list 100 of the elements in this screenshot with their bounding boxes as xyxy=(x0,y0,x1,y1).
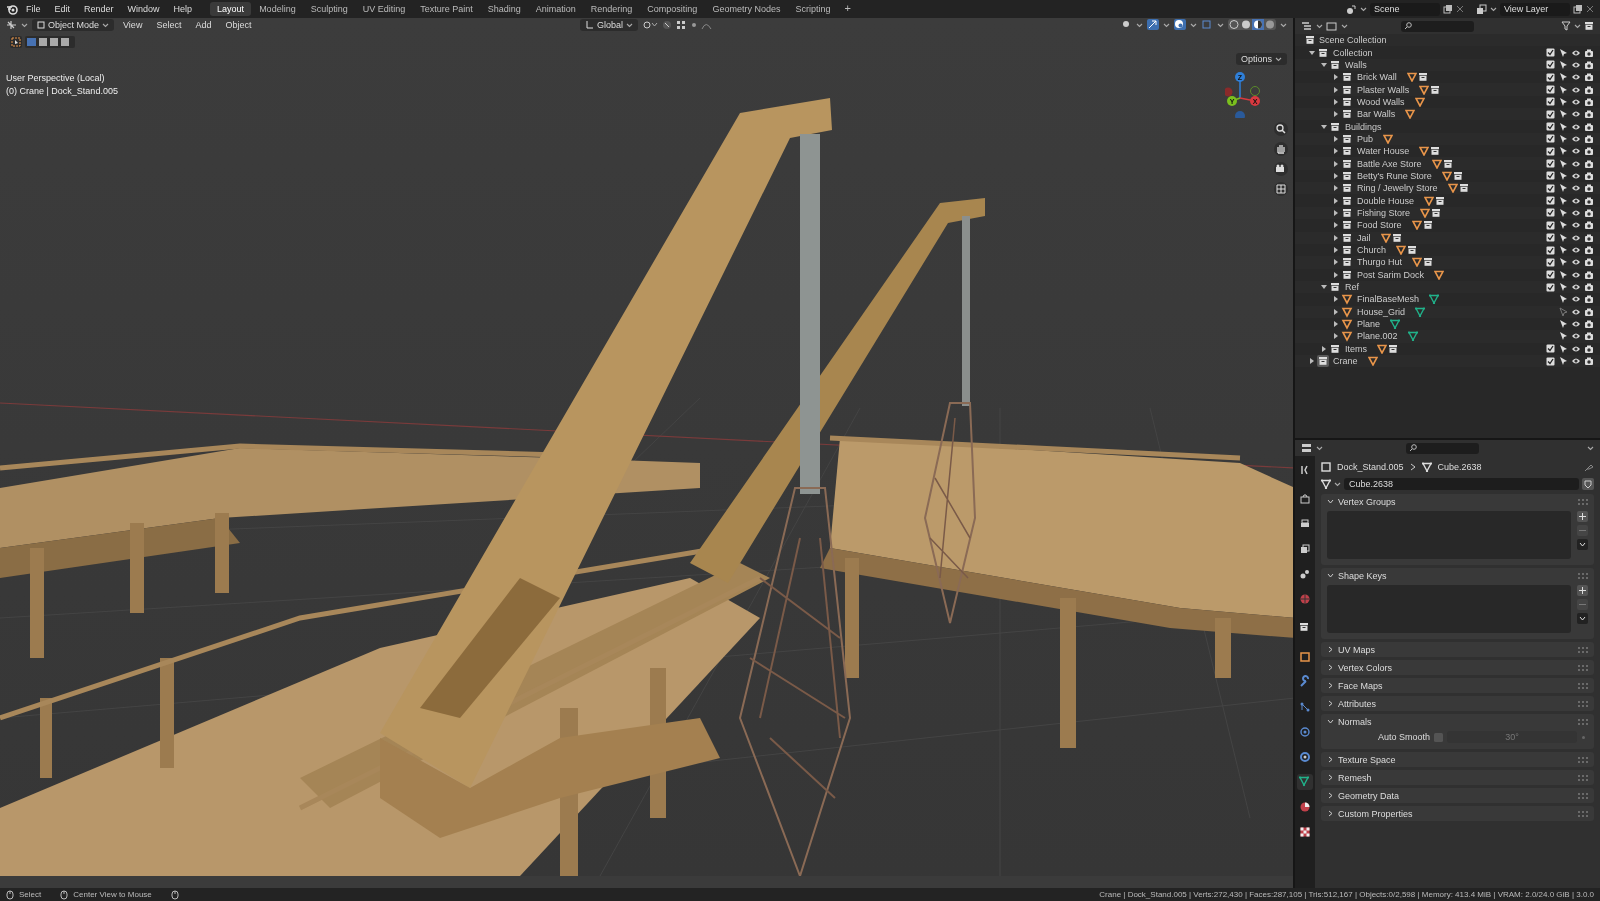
select-arrow-icon[interactable] xyxy=(1558,133,1568,144)
disclosure-triangle-icon[interactable] xyxy=(1320,344,1328,353)
camera-icon[interactable] xyxy=(1584,195,1594,206)
tree-item[interactable]: Ref xyxy=(1345,282,1359,293)
mesh-icon[interactable] xyxy=(1377,343,1387,354)
drag-handle-icon[interactable] xyxy=(1578,664,1588,671)
mesh-data-icon[interactable] xyxy=(1297,774,1313,790)
mesh-data-icon[interactable] xyxy=(1390,319,1401,330)
tree-item[interactable]: Betty's Rune Store xyxy=(1357,170,1432,181)
camera-icon[interactable] xyxy=(1584,331,1594,342)
tree-item[interactable]: Buildings xyxy=(1345,121,1382,132)
eye-icon[interactable] xyxy=(1571,208,1581,218)
camera-icon[interactable] xyxy=(1584,72,1594,83)
camera-icon[interactable] xyxy=(1584,183,1594,194)
camera-icon[interactable] xyxy=(1584,47,1594,58)
disclosure-triangle-icon[interactable] xyxy=(1332,97,1340,106)
drag-handle-icon[interactable] xyxy=(1578,572,1588,579)
camera-icon[interactable] xyxy=(1584,170,1594,181)
camera-icon[interactable] xyxy=(1584,343,1594,354)
drag-handle-icon[interactable] xyxy=(1578,498,1588,505)
select-tool-icon[interactable] xyxy=(10,36,22,48)
workspace-tab[interactable]: Modeling xyxy=(252,2,303,16)
chevron-right-icon[interactable] xyxy=(1327,646,1334,653)
tree-item[interactable]: House_Grid xyxy=(1357,306,1406,317)
tree-item[interactable]: Church xyxy=(1357,245,1386,255)
menu-item[interactable]: Window xyxy=(121,2,166,16)
scene-field[interactable]: Scene xyxy=(1370,2,1440,16)
panel-title[interactable]: Attributes xyxy=(1338,698,1377,709)
chevron-right-icon[interactable] xyxy=(1327,756,1334,763)
drag-handle-icon[interactable] xyxy=(1578,810,1588,817)
tree-item[interactable]: Food Store xyxy=(1357,220,1402,231)
menu-item[interactable]: View xyxy=(118,18,148,31)
drag-handle-icon[interactable] xyxy=(1578,756,1588,763)
view-layer-field[interactable]: View Layer xyxy=(1500,2,1570,16)
select-arrow-icon[interactable] xyxy=(1558,96,1568,107)
dropdown-caret-icon[interactable] xyxy=(1217,21,1224,28)
add-workspace-button[interactable]: + xyxy=(838,2,857,16)
checkbox[interactable] xyxy=(1546,233,1555,243)
pin-icon[interactable] xyxy=(1584,462,1594,472)
disclosure-triangle-icon[interactable] xyxy=(1332,196,1340,205)
drag-handle-icon[interactable] xyxy=(1578,682,1588,689)
tree-item[interactable]: Wood Walls xyxy=(1357,96,1405,107)
copy-icon[interactable] xyxy=(1443,4,1453,14)
visibility-icon[interactable] xyxy=(1120,19,1132,30)
select-arrow-icon[interactable] xyxy=(1558,72,1568,83)
workspace-tab[interactable]: Texture Paint xyxy=(413,2,480,16)
fake-user-icon[interactable] xyxy=(1582,478,1594,490)
disclosure-triangle-icon[interactable] xyxy=(1332,233,1340,242)
panel-title[interactable]: Face Maps xyxy=(1338,680,1383,691)
display-mode-icon[interactable] xyxy=(1301,21,1313,31)
disclosure-triangle-icon[interactable] xyxy=(1332,258,1340,267)
menu-item[interactable]: Edit xyxy=(48,2,77,16)
mesh-icon[interactable] xyxy=(1441,170,1452,181)
mesh-icon[interactable] xyxy=(1414,96,1425,107)
add-button[interactable] xyxy=(1577,511,1588,522)
new-collection-icon[interactable] xyxy=(1584,21,1594,31)
dropdown-caret-icon[interactable] xyxy=(1136,21,1143,28)
tree-item[interactable]: Walls xyxy=(1345,59,1367,70)
overlay-icon[interactable] xyxy=(1174,19,1186,30)
camera-icon[interactable] xyxy=(1584,257,1594,268)
select-arrow-icon[interactable] xyxy=(1558,282,1568,293)
options-dropdown[interactable]: Options xyxy=(1235,53,1287,65)
tree-item[interactable]: Water House xyxy=(1357,146,1410,157)
dropdown-caret-icon[interactable] xyxy=(1163,21,1170,28)
disclosure-triangle-icon[interactable] xyxy=(1332,320,1340,329)
dropdown-caret-icon[interactable] xyxy=(1190,21,1197,28)
tree-item[interactable]: Double House xyxy=(1357,195,1415,206)
dropdown-caret-icon[interactable] xyxy=(1280,21,1287,28)
dropdown-caret-icon[interactable] xyxy=(1574,23,1581,29)
dropdown-caret-icon[interactable] xyxy=(1490,6,1497,12)
orbit-icon[interactable] xyxy=(1297,724,1313,740)
tree-item[interactable]: Items xyxy=(1345,343,1367,354)
selection-modes-icon[interactable] xyxy=(25,36,75,48)
select-arrow-icon[interactable] xyxy=(1558,146,1568,157)
mesh-icon[interactable] xyxy=(1383,133,1393,144)
workspace-tab[interactable]: Compositing xyxy=(640,2,705,16)
workspace-tab[interactable]: Rendering xyxy=(583,2,640,16)
checkbox[interactable] xyxy=(1546,196,1555,206)
xray-icon[interactable] xyxy=(1201,19,1213,30)
disclosure-triangle-icon[interactable] xyxy=(1332,270,1340,279)
menu-item[interactable]: Select xyxy=(151,18,187,31)
workspace-tab[interactable]: Sculpting xyxy=(303,2,355,16)
snap-icon[interactable] xyxy=(662,19,672,30)
checkbox[interactable] xyxy=(1546,72,1555,82)
camera-icon[interactable] xyxy=(1584,356,1594,367)
select-arrow-icon[interactable] xyxy=(1558,220,1568,231)
select-arrow-icon[interactable] xyxy=(1558,109,1568,120)
camera-icon[interactable] xyxy=(1584,306,1594,317)
select-arrow-icon[interactable] xyxy=(1558,269,1568,280)
drag-handle-icon[interactable] xyxy=(1578,646,1588,653)
tree-item[interactable]: Crane xyxy=(1333,356,1358,367)
collection-icon[interactable] xyxy=(1435,195,1446,206)
shading-modes-icon[interactable] xyxy=(1228,19,1276,30)
mesh-icon[interactable] xyxy=(1424,195,1435,206)
workspace-tab[interactable]: Geometry Nodes xyxy=(705,2,788,16)
drag-handle-icon[interactable] xyxy=(1578,774,1588,781)
disclosure-triangle-icon[interactable] xyxy=(1332,295,1340,304)
camera-icon[interactable] xyxy=(1584,294,1594,305)
checkbox[interactable] xyxy=(1546,122,1555,132)
tree-item[interactable]: Scene Collection xyxy=(1319,35,1387,46)
